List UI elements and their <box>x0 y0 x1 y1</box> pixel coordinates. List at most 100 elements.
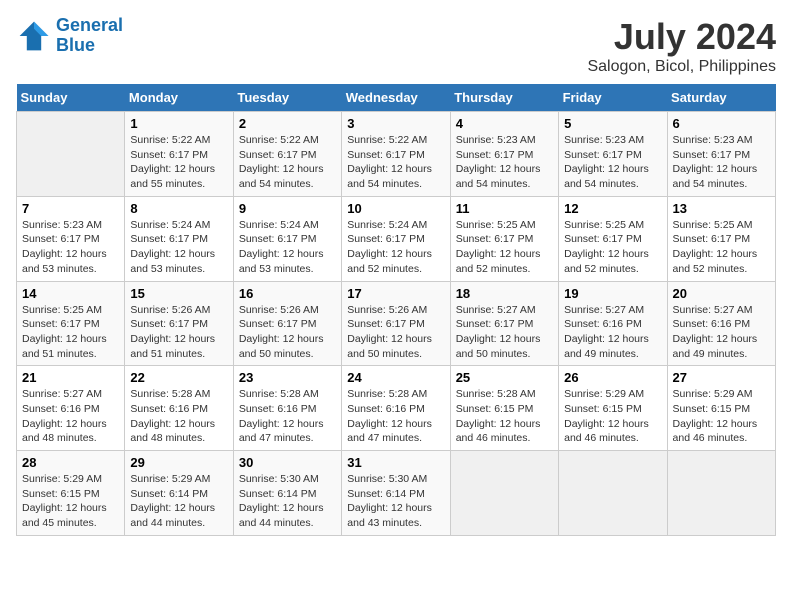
day-number: 2 <box>239 116 336 131</box>
day-number: 18 <box>456 286 553 301</box>
weekday-header-thursday: Thursday <box>450 84 558 112</box>
weekday-header-sunday: Sunday <box>17 84 125 112</box>
calendar-table: SundayMondayTuesdayWednesdayThursdayFrid… <box>16 84 776 536</box>
day-number: 3 <box>347 116 444 131</box>
calendar-cell: 8 Sunrise: 5:24 AM Sunset: 6:17 PM Daylig… <box>125 196 233 281</box>
calendar-week-row: 21 Sunrise: 5:27 AM Sunset: 6:16 PM Dayli… <box>17 366 776 451</box>
day-info: Sunrise: 5:28 AM Sunset: 6:16 PM Dayligh… <box>347 387 444 446</box>
day-number: 31 <box>347 455 444 470</box>
day-number: 26 <box>564 370 661 385</box>
day-number: 30 <box>239 455 336 470</box>
day-info: Sunrise: 5:29 AM Sunset: 6:15 PM Dayligh… <box>22 472 119 531</box>
day-number: 1 <box>130 116 227 131</box>
page-header: General Blue July 2024 Salogon, Bicol, P… <box>16 16 776 76</box>
day-info: Sunrise: 5:26 AM Sunset: 6:17 PM Dayligh… <box>239 303 336 362</box>
day-info: Sunrise: 5:25 AM Sunset: 6:17 PM Dayligh… <box>564 218 661 277</box>
day-info: Sunrise: 5:29 AM Sunset: 6:15 PM Dayligh… <box>564 387 661 446</box>
day-number: 21 <box>22 370 119 385</box>
location-title: Salogon, Bicol, Philippines <box>587 58 776 76</box>
day-number: 13 <box>673 201 770 216</box>
weekday-header-friday: Friday <box>559 84 667 112</box>
calendar-cell: 27 Sunrise: 5:29 AM Sunset: 6:15 PM Dayli… <box>667 366 775 451</box>
day-info: Sunrise: 5:22 AM Sunset: 6:17 PM Dayligh… <box>130 133 227 192</box>
calendar-cell: 23 Sunrise: 5:28 AM Sunset: 6:16 PM Dayli… <box>233 366 341 451</box>
day-number: 12 <box>564 201 661 216</box>
day-number: 7 <box>22 201 119 216</box>
calendar-cell: 1 Sunrise: 5:22 AM Sunset: 6:17 PM Daylig… <box>125 112 233 197</box>
calendar-cell: 3 Sunrise: 5:22 AM Sunset: 6:17 PM Daylig… <box>342 112 450 197</box>
calendar-cell: 18Sunrise: 5:27 AM Sunset: 6:17 PM Dayli… <box>450 281 558 366</box>
day-number: 8 <box>130 201 227 216</box>
logo-text: General Blue <box>56 16 123 56</box>
month-title: July 2024 <box>587 16 776 58</box>
day-number: 17 <box>347 286 444 301</box>
day-number: 20 <box>673 286 770 301</box>
day-info: Sunrise: 5:26 AM Sunset: 6:17 PM Dayligh… <box>130 303 227 362</box>
day-number: 14 <box>22 286 119 301</box>
calendar-cell: 31 Sunrise: 5:30 AM Sunset: 6:14 PM Dayli… <box>342 451 450 536</box>
day-info: Sunrise: 5:29 AM Sunset: 6:14 PM Dayligh… <box>130 472 227 531</box>
day-number: 22 <box>130 370 227 385</box>
day-info: Sunrise: 5:30 AM Sunset: 6:14 PM Dayligh… <box>347 472 444 531</box>
day-info: Sunrise: 5:23 AM Sunset: 6:17 PM Dayligh… <box>22 218 119 277</box>
calendar-cell: 24 Sunrise: 5:28 AM Sunset: 6:16 PM Dayli… <box>342 366 450 451</box>
calendar-cell: 21 Sunrise: 5:27 AM Sunset: 6:16 PM Dayli… <box>17 366 125 451</box>
calendar-cell: 10Sunrise: 5:24 AM Sunset: 6:17 PM Dayli… <box>342 196 450 281</box>
calendar-cell: 26 Sunrise: 5:29 AM Sunset: 6:15 PM Dayli… <box>559 366 667 451</box>
day-info: Sunrise: 5:24 AM Sunset: 6:17 PM Dayligh… <box>130 218 227 277</box>
calendar-cell: 30Sunrise: 5:30 AM Sunset: 6:14 PM Dayli… <box>233 451 341 536</box>
day-info: Sunrise: 5:28 AM Sunset: 6:16 PM Dayligh… <box>130 387 227 446</box>
day-number: 15 <box>130 286 227 301</box>
day-info: Sunrise: 5:27 AM Sunset: 6:16 PM Dayligh… <box>22 387 119 446</box>
day-number: 11 <box>456 201 553 216</box>
logo: General Blue <box>16 16 123 56</box>
calendar-cell: 5Sunrise: 5:23 AM Sunset: 6:17 PM Daylig… <box>559 112 667 197</box>
day-info: Sunrise: 5:22 AM Sunset: 6:17 PM Dayligh… <box>239 133 336 192</box>
weekday-header-wednesday: Wednesday <box>342 84 450 112</box>
day-number: 6 <box>673 116 770 131</box>
calendar-cell: 2 Sunrise: 5:22 AM Sunset: 6:17 PM Daylig… <box>233 112 341 197</box>
calendar-cell: 25 Sunrise: 5:28 AM Sunset: 6:15 PM Dayli… <box>450 366 558 451</box>
day-info: Sunrise: 5:25 AM Sunset: 6:17 PM Dayligh… <box>673 218 770 277</box>
calendar-cell <box>559 451 667 536</box>
calendar-cell <box>17 112 125 197</box>
calendar-cell: 12 Sunrise: 5:25 AM Sunset: 6:17 PM Dayli… <box>559 196 667 281</box>
day-info: Sunrise: 5:29 AM Sunset: 6:15 PM Dayligh… <box>673 387 770 446</box>
calendar-week-row: 28Sunrise: 5:29 AM Sunset: 6:15 PM Dayli… <box>17 451 776 536</box>
calendar-cell: 20Sunrise: 5:27 AM Sunset: 6:16 PM Dayli… <box>667 281 775 366</box>
calendar-cell: 17Sunrise: 5:26 AM Sunset: 6:17 PM Dayli… <box>342 281 450 366</box>
day-number: 27 <box>673 370 770 385</box>
calendar-cell: 7 Sunrise: 5:23 AM Sunset: 6:17 PM Daylig… <box>17 196 125 281</box>
day-number: 9 <box>239 201 336 216</box>
day-info: Sunrise: 5:28 AM Sunset: 6:15 PM Dayligh… <box>456 387 553 446</box>
day-info: Sunrise: 5:24 AM Sunset: 6:17 PM Dayligh… <box>239 218 336 277</box>
day-number: 4 <box>456 116 553 131</box>
day-number: 16 <box>239 286 336 301</box>
day-number: 23 <box>239 370 336 385</box>
day-info: Sunrise: 5:27 AM Sunset: 6:16 PM Dayligh… <box>564 303 661 362</box>
calendar-cell: 14Sunrise: 5:25 AM Sunset: 6:17 PM Dayli… <box>17 281 125 366</box>
weekday-header-saturday: Saturday <box>667 84 775 112</box>
day-info: Sunrise: 5:24 AM Sunset: 6:17 PM Dayligh… <box>347 218 444 277</box>
weekday-header-row: SundayMondayTuesdayWednesdayThursdayFrid… <box>17 84 776 112</box>
calendar-cell: 13 Sunrise: 5:25 AM Sunset: 6:17 PM Dayli… <box>667 196 775 281</box>
day-number: 19 <box>564 286 661 301</box>
calendar-cell: 29 Sunrise: 5:29 AM Sunset: 6:14 PM Dayli… <box>125 451 233 536</box>
calendar-cell: 4 Sunrise: 5:23 AM Sunset: 6:17 PM Daylig… <box>450 112 558 197</box>
calendar-cell <box>667 451 775 536</box>
weekday-header-tuesday: Tuesday <box>233 84 341 112</box>
day-number: 25 <box>456 370 553 385</box>
day-info: Sunrise: 5:28 AM Sunset: 6:16 PM Dayligh… <box>239 387 336 446</box>
calendar-week-row: 14Sunrise: 5:25 AM Sunset: 6:17 PM Dayli… <box>17 281 776 366</box>
day-number: 24 <box>347 370 444 385</box>
calendar-cell: 16 Sunrise: 5:26 AM Sunset: 6:17 PM Dayli… <box>233 281 341 366</box>
day-info: Sunrise: 5:22 AM Sunset: 6:17 PM Dayligh… <box>347 133 444 192</box>
day-info: Sunrise: 5:25 AM Sunset: 6:17 PM Dayligh… <box>456 218 553 277</box>
day-info: Sunrise: 5:23 AM Sunset: 6:17 PM Dayligh… <box>456 133 553 192</box>
day-info: Sunrise: 5:23 AM Sunset: 6:17 PM Dayligh… <box>673 133 770 192</box>
calendar-cell: 9 Sunrise: 5:24 AM Sunset: 6:17 PM Daylig… <box>233 196 341 281</box>
calendar-cell <box>450 451 558 536</box>
weekday-header-monday: Monday <box>125 84 233 112</box>
day-number: 29 <box>130 455 227 470</box>
title-block: July 2024 Salogon, Bicol, Philippines <box>587 16 776 76</box>
